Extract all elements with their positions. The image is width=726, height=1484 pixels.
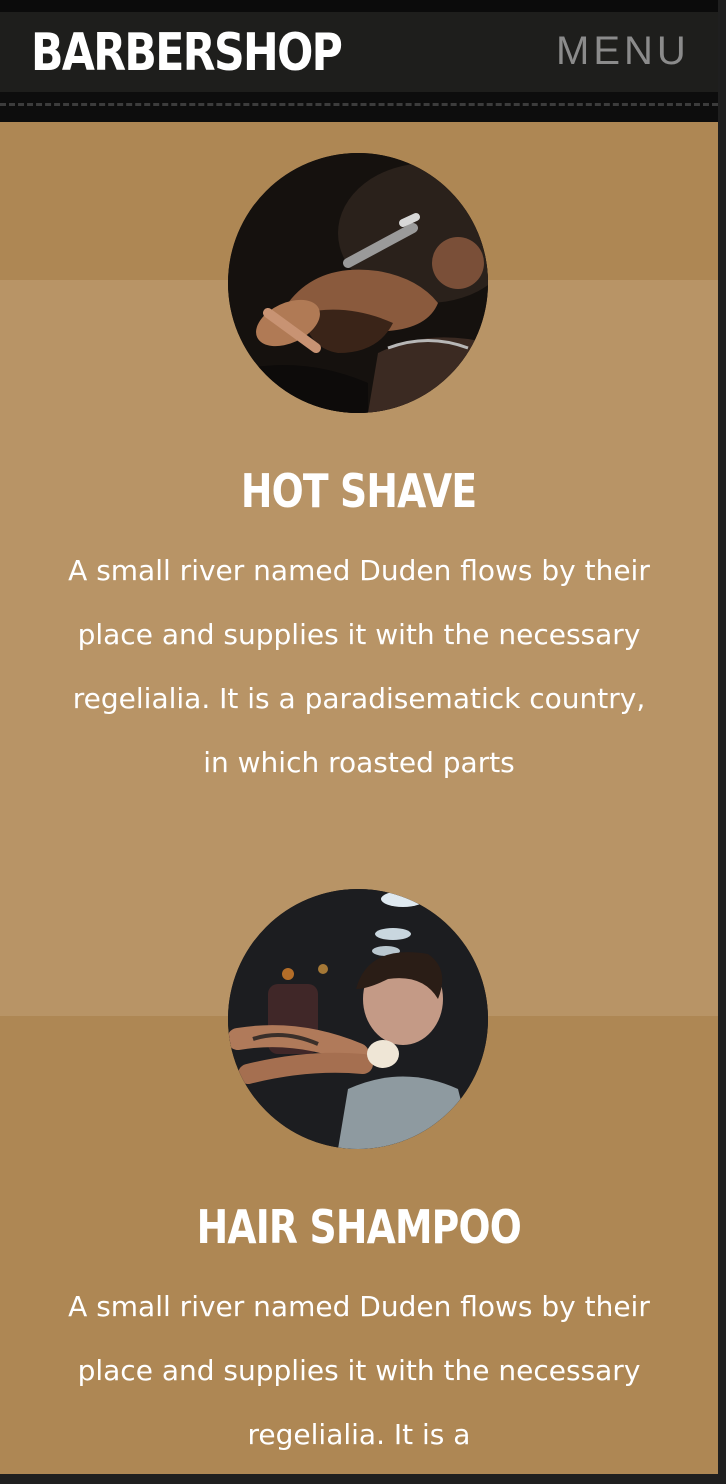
service-title: HAIR SHAMPOO bbox=[0, 1197, 718, 1257]
menu-button[interactable]: MENU bbox=[556, 28, 690, 74]
navbar-dashed-divider bbox=[0, 103, 718, 106]
service-description: A small river named Duden flows by their… bbox=[68, 554, 650, 779]
service-description: A small river named Duden flows by their… bbox=[68, 1290, 650, 1451]
status-strip bbox=[0, 0, 718, 12]
barber-shaving-photo-icon bbox=[228, 153, 488, 413]
service-title: HOT SHAVE bbox=[0, 461, 718, 521]
service-title-text: HOT SHAVE bbox=[241, 464, 477, 518]
right-scroll-edge bbox=[718, 0, 726, 1484]
brand-logo[interactable]: BARBERSHOP bbox=[31, 18, 343, 88]
navbar: BARBERSHOP MENU bbox=[0, 12, 718, 92]
hair-shampoo-photo-icon bbox=[228, 889, 488, 1149]
service-hot-shave: HOT SHAVE A small river named Duden flow… bbox=[0, 153, 718, 873]
service-hair-shampoo: HAIR SHAMPOO A small river named Duden f… bbox=[0, 889, 718, 1474]
bottom-edge bbox=[0, 1474, 726, 1484]
page: BARBERSHOP MENU HOT SHAVE A small river bbox=[0, 0, 718, 1474]
navbar-underline bbox=[0, 92, 718, 122]
service-title-text: HAIR SHAMPOO bbox=[196, 1200, 522, 1254]
